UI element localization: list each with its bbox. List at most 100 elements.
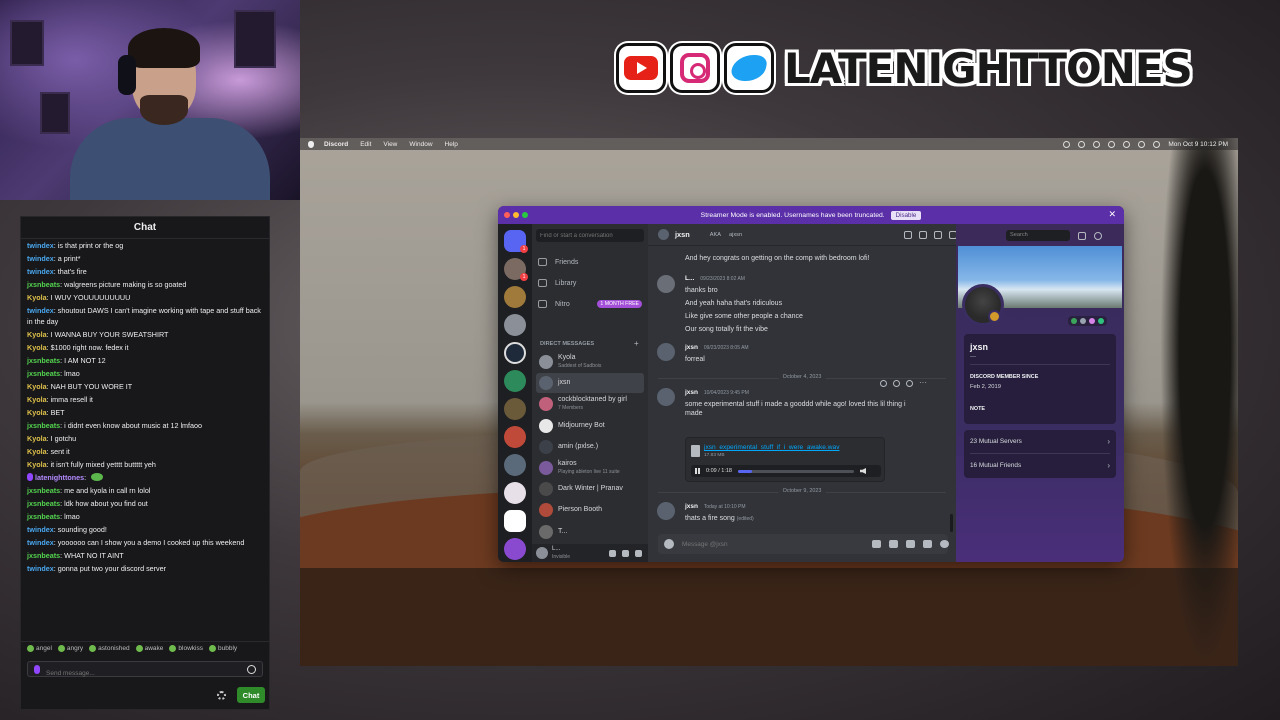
avatar[interactable] — [536, 547, 548, 559]
inbox-icon[interactable] — [1078, 231, 1086, 240]
avatar[interactable] — [658, 229, 669, 240]
message-author[interactable]: L... — [685, 275, 694, 282]
gift-icon[interactable] — [872, 540, 881, 548]
emote-suggestion[interactable]: angry — [57, 645, 83, 652]
disable-streamer-mode-button[interactable]: Disable — [890, 210, 922, 220]
more-icon[interactable]: ··· — [919, 379, 927, 387]
avatar[interactable] — [962, 284, 1004, 326]
dm-item[interactable]: Dark Winter | Pranav — [536, 479, 644, 499]
chat-username[interactable]: Kyola — [27, 447, 47, 456]
dm-item[interactable]: jxsn — [536, 373, 644, 394]
server-icon[interactable] — [504, 314, 526, 336]
gear-icon[interactable] — [635, 549, 642, 557]
badge-icon[interactable] — [1071, 318, 1077, 324]
chat-username[interactable]: twindex — [27, 525, 54, 534]
call-icon[interactable] — [904, 231, 912, 239]
chat-username[interactable]: Kyola — [27, 293, 47, 302]
avatar[interactable] — [657, 343, 675, 361]
mutual-servers-row[interactable]: 23 Mutual Servers › — [970, 434, 1110, 448]
chat-username[interactable]: Kyola — [27, 460, 47, 469]
reply-icon[interactable] — [906, 380, 913, 387]
status-icon[interactable] — [1078, 140, 1086, 148]
server-icon[interactable]: 1 — [504, 258, 528, 281]
note-label[interactable]: NOTE — [970, 406, 985, 412]
chat-username[interactable]: Kyola — [27, 382, 47, 391]
server-icon[interactable] — [504, 286, 526, 308]
chat-username[interactable]: twindex — [27, 254, 54, 263]
chat-username[interactable]: jxsnbeats — [27, 512, 60, 521]
window-close-dot[interactable] — [504, 212, 510, 218]
pause-icon[interactable] — [695, 468, 700, 474]
chat-username[interactable]: jxsnbeats — [27, 551, 60, 560]
server-icon[interactable] — [504, 482, 526, 504]
avatar[interactable] — [657, 388, 675, 406]
badge-icon[interactable] — [1098, 318, 1104, 324]
dm-item[interactable]: T... — [536, 522, 644, 542]
nav-friends[interactable]: Friends — [538, 255, 642, 269]
mic-icon[interactable] — [609, 549, 616, 557]
menubar-clock[interactable]: Mon Oct 9 10:12 PM — [1168, 141, 1228, 148]
control-center-icon[interactable] — [1153, 140, 1161, 148]
emote-suggestion[interactable]: astonished — [89, 645, 130, 652]
pin-icon[interactable] — [934, 231, 942, 239]
chat-username[interactable]: twindex — [27, 267, 54, 276]
chat-message-input[interactable] — [46, 666, 236, 681]
dm-item[interactable]: Pierson Booth — [536, 500, 644, 520]
volume-icon[interactable] — [860, 468, 866, 474]
nav-nitro[interactable]: Nitro 1 MONTH FREE — [538, 297, 642, 311]
create-dm-icon[interactable]: + — [634, 339, 639, 348]
emote-picker-icon[interactable] — [247, 665, 256, 674]
chat-send-button[interactable]: Chat — [237, 687, 265, 703]
emote-suggestion[interactable]: angel — [27, 645, 52, 652]
chat-username[interactable]: jxsnbeats — [27, 486, 60, 495]
chat-username[interactable]: Kyola — [27, 395, 47, 404]
badge-icon[interactable] — [1089, 318, 1095, 324]
chat-scrollbar[interactable] — [950, 514, 953, 532]
chat-input-box[interactable] — [27, 661, 263, 681]
menu-edit[interactable]: Edit — [360, 141, 371, 148]
avatar[interactable] — [657, 275, 675, 293]
server-icon[interactable] — [504, 426, 526, 448]
server-icon[interactable] — [504, 454, 526, 476]
chat-username[interactable]: twindex — [27, 564, 54, 573]
chat-username[interactable]: latenighttones — [35, 473, 84, 482]
chat-username[interactable]: twindex — [27, 538, 54, 547]
video-call-icon[interactable] — [919, 231, 927, 239]
message-author[interactable]: jxsn — [685, 503, 698, 510]
help-icon[interactable] — [1094, 231, 1102, 240]
wifi-icon[interactable] — [1123, 140, 1131, 148]
status-icon[interactable] — [1063, 140, 1071, 148]
mutual-friends-row[interactable]: 16 Mutual Friends › — [970, 458, 1110, 472]
chat-username[interactable]: twindex — [27, 241, 54, 250]
message-input[interactable] — [682, 538, 862, 550]
nav-library[interactable]: Library — [538, 276, 642, 290]
server-icon[interactable] — [504, 510, 526, 532]
dm-item[interactable]: kairos Playing ableton live 11 suite — [536, 458, 644, 478]
close-banner-icon[interactable]: ✕ — [1108, 209, 1116, 220]
chat-username[interactable]: Kyola — [27, 343, 47, 352]
dm-item[interactable]: Kyola Saddest of Sadbois — [536, 352, 644, 372]
chat-settings-gear-icon[interactable] — [217, 691, 226, 700]
avatar[interactable] — [657, 502, 675, 520]
chat-username[interactable]: jxsnbeats — [27, 499, 60, 508]
status-icon[interactable] — [1108, 140, 1116, 148]
chat-username[interactable]: Kyola — [27, 330, 47, 339]
chat-username[interactable]: jxsnbeats — [27, 356, 60, 365]
search-icon[interactable] — [1138, 140, 1146, 148]
search-box[interactable]: Search — [1006, 230, 1070, 241]
menu-help[interactable]: Help — [445, 141, 458, 148]
sticker-icon[interactable] — [906, 540, 915, 548]
add-reaction-icon[interactable] — [880, 380, 887, 387]
audio-progress-bar[interactable] — [738, 469, 854, 473]
soundboard-icon[interactable] — [923, 540, 932, 548]
chat-username[interactable]: twindex — [27, 306, 54, 315]
chat-message-list[interactable]: twindex: is that print or the og twindex:… — [21, 239, 269, 647]
menu-view[interactable]: View — [383, 141, 397, 148]
server-icon[interactable] — [504, 342, 526, 364]
emote-suggestion[interactable]: awake — [135, 645, 163, 652]
attachment-filename[interactable]: jxsn_experimental_stuff_if_i_were_awake.… — [704, 444, 840, 451]
dm-search-input[interactable] — [536, 229, 644, 242]
menu-window[interactable]: Window — [409, 141, 432, 148]
gif-icon[interactable] — [889, 540, 898, 548]
chat-username[interactable]: jxsnbeats — [27, 421, 60, 430]
